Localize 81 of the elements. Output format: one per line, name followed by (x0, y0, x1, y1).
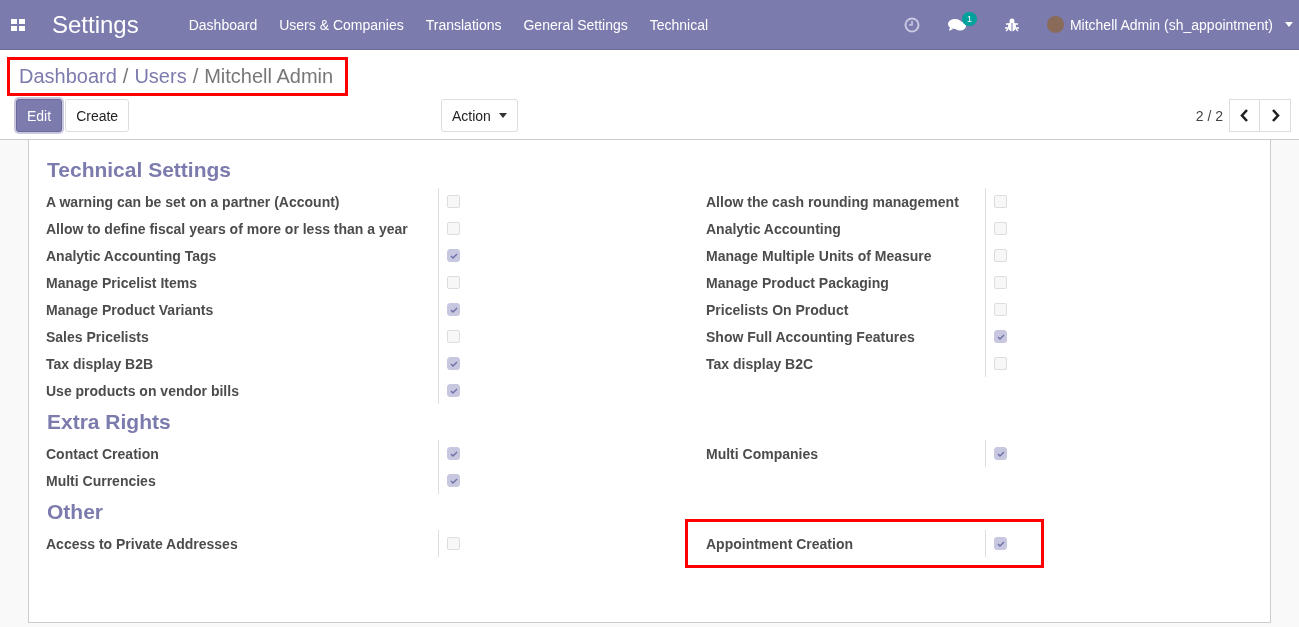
menu-link[interactable]: Technical (649, 16, 709, 33)
field-label: Pricelists On Product (706, 300, 850, 320)
menu-link[interactable]: Translations (425, 16, 502, 33)
checkbox[interactable] (994, 330, 1007, 343)
field-label: Allow the cash rounding management (706, 192, 960, 212)
next-button[interactable] (1260, 99, 1291, 132)
field-label: Multi Currencies (46, 471, 157, 491)
checkbox[interactable] (447, 249, 460, 262)
checkmark-icon (449, 450, 458, 457)
field-label: Manage Product Variants (46, 300, 215, 320)
checkbox[interactable] (994, 276, 1007, 289)
field-label: Tax display B2B (46, 354, 155, 374)
menu-link[interactable]: Users & Companies (279, 16, 404, 33)
field-label: Contact Creation (46, 444, 160, 464)
edit-button[interactable]: Edit (16, 99, 63, 132)
field-label: Appointment Creation (706, 534, 854, 554)
field-label: Sales Pricelists (46, 327, 150, 347)
user-name: Mitchell Admin (sh_appointment) (1069, 16, 1273, 33)
action-dropdown[interactable]: Action (441, 99, 518, 132)
checkbox[interactable] (994, 357, 1007, 370)
breadcrumb-separator: / (122, 65, 129, 88)
field-label: Allow to define fiscal years of more or less than a year (46, 219, 409, 239)
field-label: Analytic Accounting Tags (46, 246, 218, 266)
create-button[interactable]: Create (65, 99, 130, 132)
checkbox[interactable] (447, 330, 460, 343)
checkmark-icon (449, 306, 458, 313)
section-title: Extra Rights (47, 410, 172, 434)
checkmark-icon (996, 450, 1005, 457)
field-label: Manage Product Packaging (706, 273, 890, 293)
checkbox[interactable] (994, 222, 1007, 235)
breadcrumb-link[interactable]: Users (134, 65, 187, 88)
menu-link[interactable]: Dashboard (188, 16, 258, 33)
caret-icon (1285, 22, 1293, 27)
checkmark-icon (449, 360, 458, 367)
checkbox[interactable] (994, 447, 1007, 460)
checkbox[interactable] (447, 357, 460, 370)
checkmark-icon (449, 252, 458, 259)
clock-icon[interactable] (903, 16, 920, 33)
field-label: Manage Pricelist Items (46, 273, 198, 293)
checkmark-icon (996, 540, 1005, 547)
breadcrumb-link[interactable]: Dashboard (19, 65, 117, 88)
field-label: Access to Private Addresses (46, 534, 239, 554)
chat-icon[interactable] (947, 17, 966, 32)
checkbox[interactable] (447, 303, 460, 316)
checkbox[interactable] (447, 474, 460, 487)
breadcrumb-current: Mitchell Admin (204, 65, 334, 88)
bug-icon[interactable] (1004, 17, 1019, 32)
pager-counter: 2 / 2 (1195, 107, 1223, 124)
caret-icon (498, 113, 507, 118)
checkbox[interactable] (994, 249, 1007, 262)
user-menu[interactable]: Mitchell Admin (sh_appointment) (1046, 16, 1293, 33)
checkbox[interactable] (447, 222, 460, 235)
checkmark-icon (996, 333, 1005, 340)
previous-button[interactable] (1229, 99, 1260, 132)
field-label: Multi Companies (706, 444, 819, 464)
apps-grid-icon[interactable] (11, 18, 25, 31)
app-title: Settings (52, 10, 139, 39)
checkmark-icon (449, 387, 458, 394)
chevron-right-icon (1270, 109, 1280, 122)
field-label: A warning can be set on a partner (Account) (46, 192, 341, 212)
checkbox[interactable] (994, 537, 1007, 550)
field-label: Manage Multiple Units of Measure (706, 246, 933, 266)
user-avatar (1046, 16, 1064, 33)
checkbox[interactable] (447, 195, 460, 208)
checkbox[interactable] (447, 537, 460, 550)
field-label: Use products on vendor bills (46, 381, 240, 401)
checkbox[interactable] (994, 303, 1007, 316)
field-label: Analytic Accounting (706, 219, 842, 239)
checkmark-icon (449, 477, 458, 484)
field-label: Tax display B2C (706, 354, 815, 374)
checkbox[interactable] (447, 276, 460, 289)
field-label: Show Full Accounting Features (706, 327, 916, 347)
menu-link[interactable]: General Settings (523, 16, 628, 33)
section-title: Technical Settings (47, 158, 232, 182)
section-title: Other (47, 500, 104, 524)
message-count-badge: 1 (961, 11, 977, 26)
checkbox[interactable] (447, 384, 460, 397)
checkbox[interactable] (994, 195, 1007, 208)
breadcrumb-separator: / (192, 65, 199, 88)
chevron-left-icon (1240, 109, 1249, 122)
checkbox[interactable] (447, 447, 460, 460)
